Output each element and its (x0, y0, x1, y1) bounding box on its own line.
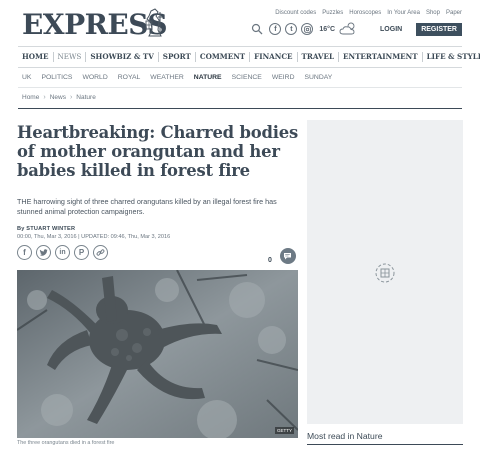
breadcrumb: Home › News › Nature (22, 94, 96, 101)
subnav-item-weird[interactable]: WEIRD (267, 74, 300, 81)
link-icon[interactable] (93, 245, 108, 260)
top-bar: EXPRESS Discount codes Puzzles Horoscope… (0, 0, 480, 44)
utility-link-puzzles[interactable]: Puzzles (322, 10, 343, 16)
article-dateline: 00:00, Thu, Mar 3, 2016 | UPDATED: 09:46… (17, 234, 171, 240)
subnav-item-science[interactable]: SCIENCE (227, 74, 267, 81)
article-byline[interactable]: By STUART WINTER (17, 226, 75, 232)
utility-link-in-your-area[interactable]: In Your Area (387, 10, 420, 16)
linkedin-icon[interactable]: in (55, 245, 70, 260)
ad-loading-icon (375, 263, 395, 283)
pinterest-icon[interactable]: P (74, 245, 89, 260)
comments-link[interactable]: 0 (268, 248, 296, 264)
most-read-divider (307, 444, 463, 445)
breadcrumb-news[interactable]: News (50, 94, 66, 101)
subnav-item-nature[interactable]: NATURE (189, 74, 227, 81)
photo-credit: GETTY (274, 427, 294, 434)
main-nav: HOME NEWS SHOWBIZ & TV SPORT COMMENT FIN… (18, 46, 480, 68)
header-actions: f t 16°C LOGIN REGISTER (251, 22, 462, 36)
twitter-icon[interactable]: t (285, 23, 298, 35)
nav-item-sport[interactable]: SPORT (159, 52, 196, 62)
search-icon[interactable] (251, 23, 263, 35)
subnav-item-royal[interactable]: ROYAL (113, 74, 146, 81)
comment-count: 0 (268, 256, 272, 264)
nav-item-news[interactable]: NEWS (54, 52, 87, 62)
subnav-item-weather[interactable]: WEATHER (145, 74, 188, 81)
utility-links: Discount codes Puzzles Horoscopes In You… (275, 10, 462, 16)
subnav-item-uk[interactable]: UK (18, 74, 36, 81)
nav-item-entertainment[interactable]: ENTERTAINMENT (339, 52, 423, 62)
sub-nav: UK POLITICS WORLD ROYAL WEATHER NATURE S… (18, 68, 462, 88)
nav-item-finance[interactable]: FINANCE (250, 52, 298, 62)
utility-link-paper[interactable]: Paper (446, 10, 462, 16)
instagram-icon[interactable] (301, 23, 314, 35)
subnav-item-sunday[interactable]: SUNDAY (299, 74, 337, 81)
nav-item-travel[interactable]: TRAVEL (298, 52, 340, 62)
twitter-icon[interactable] (36, 245, 51, 260)
facebook-icon[interactable]: f (17, 245, 32, 260)
chevron-right-icon: › (43, 94, 46, 101)
nav-item-comment[interactable]: COMMENT (196, 52, 251, 62)
register-button[interactable]: REGISTER (416, 22, 462, 36)
facebook-icon[interactable]: f (269, 23, 282, 35)
utility-link-discount-codes[interactable]: Discount codes (275, 10, 316, 16)
temperature: 16°C (319, 25, 336, 33)
subnav-item-politics[interactable]: POLITICS (36, 74, 77, 81)
nav-item-life-style[interactable]: LIFE & STYLE (423, 52, 480, 62)
article-photo[interactable]: GETTY (17, 270, 298, 438)
login-button[interactable]: LOGIN (380, 26, 402, 33)
photo-caption: The three orangutans died in a forest fi… (17, 440, 115, 446)
section-divider (18, 108, 462, 109)
speech-bubble-icon[interactable] (279, 248, 296, 264)
article-standfirst: THE harrowing sight of three charred ora… (17, 197, 277, 216)
subnav-item-world[interactable]: WORLD (77, 74, 112, 81)
weather-cloud-icon (339, 22, 355, 35)
nav-item-showbiz-tv[interactable]: SHOWBIZ & TV (86, 52, 159, 62)
utility-link-shop[interactable]: Shop (426, 10, 440, 16)
utility-link-horoscopes[interactable]: Horoscopes (349, 10, 381, 16)
crusader-crest-icon (145, 8, 163, 37)
nav-item-home[interactable]: HOME (18, 52, 54, 62)
orangutan-photo-image (17, 270, 298, 438)
breadcrumb-nature[interactable]: Nature (76, 94, 96, 101)
share-bar: f in P (17, 245, 108, 260)
article-headline: Heartbreaking: Charred bodies of mother … (17, 123, 298, 180)
most-read-title: Most read in Nature (307, 431, 383, 441)
breadcrumb-home[interactable]: Home (22, 94, 39, 101)
chevron-right-icon: › (69, 94, 73, 101)
